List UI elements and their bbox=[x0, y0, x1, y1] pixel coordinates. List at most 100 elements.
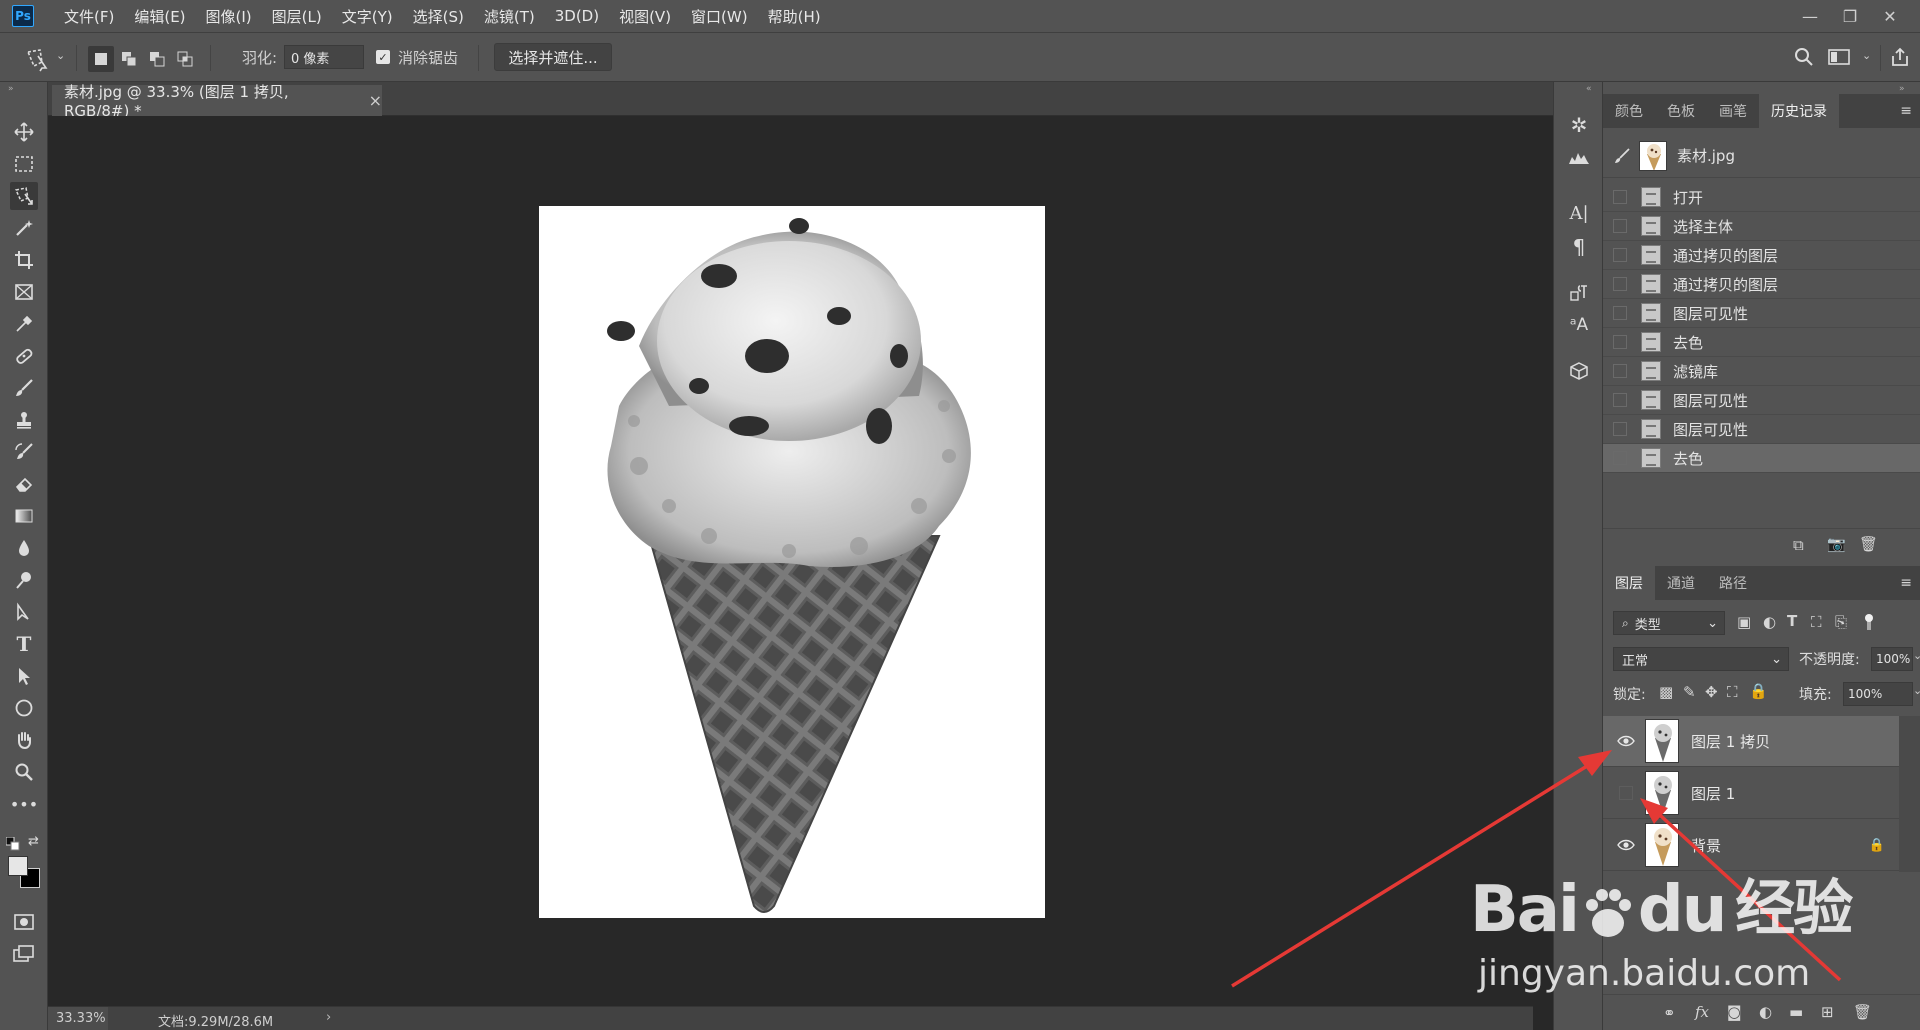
menu-image[interactable]: 图像(I) bbox=[206, 6, 252, 27]
blur-tool-icon[interactable] bbox=[10, 534, 38, 562]
fill-chevron-icon[interactable]: ⌄ bbox=[1913, 684, 1920, 697]
tab-paths[interactable]: 路径 bbox=[1707, 566, 1759, 600]
paragraph-icon[interactable]: ¶ bbox=[1566, 234, 1592, 260]
new-document-from-state-icon[interactable]: ⧉ bbox=[1793, 536, 1804, 554]
eyedropper-tool-icon[interactable] bbox=[10, 310, 38, 338]
history-item[interactable]: 通过拷贝的图层 bbox=[1603, 241, 1920, 270]
filter-adjustment-icon[interactable]: ◐ bbox=[1763, 613, 1776, 631]
opacity-chevron-icon[interactable]: ⌄ bbox=[1913, 649, 1920, 662]
magic-wand-tool-icon[interactable] bbox=[10, 214, 38, 242]
opacity-input[interactable]: 100% bbox=[1871, 647, 1913, 671]
ellipse-tool-icon[interactable] bbox=[10, 694, 38, 722]
tab-channels[interactable]: 通道 bbox=[1655, 566, 1707, 600]
layers-scrollbar[interactable] bbox=[1899, 716, 1920, 872]
menu-3d[interactable]: 3D(D) bbox=[555, 7, 599, 25]
menu-view[interactable]: 视图(V) bbox=[619, 6, 671, 27]
tab-history[interactable]: 历史记录 bbox=[1759, 94, 1839, 128]
restore-button[interactable]: ❐ bbox=[1830, 7, 1870, 26]
zoom-level[interactable]: 33.33% bbox=[56, 1011, 106, 1026]
menu-window[interactable]: 窗口(W) bbox=[691, 6, 748, 27]
antialias-checkbox[interactable]: ✓ bbox=[376, 50, 390, 64]
crop-tool-icon[interactable] bbox=[10, 246, 38, 274]
color-swatches[interactable] bbox=[8, 856, 42, 892]
swap-colors-icon[interactable]: ⇄ bbox=[28, 834, 39, 849]
menu-edit[interactable]: 编辑(E) bbox=[134, 6, 185, 27]
intersect-selection-button[interactable] bbox=[172, 46, 198, 72]
foreground-color-swatch[interactable] bbox=[8, 856, 28, 876]
pen-tool-icon[interactable] bbox=[10, 598, 38, 626]
brush-settings-icon[interactable]: ✲ bbox=[1566, 112, 1592, 138]
healing-brush-tool-icon[interactable] bbox=[10, 342, 38, 370]
lock-all-icon[interactable]: 🔒 bbox=[1749, 682, 1768, 700]
status-menu-arrow-icon[interactable]: › bbox=[326, 1010, 331, 1025]
feather-input[interactable]: 0 像素 bbox=[284, 45, 364, 69]
close-tab-icon[interactable]: × bbox=[369, 91, 382, 110]
lock-transparent-icon[interactable]: ▩ bbox=[1659, 683, 1673, 701]
filter-toggle-icon[interactable] bbox=[1863, 614, 1875, 630]
collapse-toolbar-icon[interactable]: » bbox=[8, 84, 14, 94]
tool-preset-chevron-icon[interactable]: ⌄ bbox=[56, 49, 65, 62]
history-item[interactable]: 图层可见性 bbox=[1603, 386, 1920, 415]
object-selection-tool-icon[interactable] bbox=[10, 182, 38, 210]
menu-file[interactable]: 文件(F) bbox=[64, 6, 114, 27]
layer-filter-dropdown[interactable]: ⌕ 类型 ⌄ bbox=[1613, 611, 1725, 635]
character-icon[interactable]: A| bbox=[1566, 200, 1592, 226]
hand-tool-icon[interactable] bbox=[10, 726, 38, 754]
document-canvas[interactable] bbox=[539, 206, 1045, 918]
filter-type-icon[interactable]: T bbox=[1787, 612, 1797, 630]
close-window-button[interactable]: ✕ bbox=[1870, 7, 1910, 26]
layers-panel-menu-icon[interactable]: ≡ bbox=[1900, 575, 1912, 591]
object-selection-tool-icon[interactable] bbox=[24, 46, 54, 72]
type-tool-icon[interactable]: T bbox=[10, 630, 38, 658]
tab-layers[interactable]: 图层 bbox=[1603, 566, 1655, 600]
history-item[interactable]: 通过拷贝的图层 bbox=[1603, 270, 1920, 299]
history-item[interactable]: 去色 bbox=[1603, 328, 1920, 357]
menu-select[interactable]: 选择(S) bbox=[413, 6, 464, 27]
screen-mode-icon[interactable] bbox=[10, 940, 38, 968]
3d-icon[interactable] bbox=[1566, 358, 1592, 384]
marquee-tool-icon[interactable] bbox=[10, 150, 38, 178]
document-tab[interactable]: 素材.jpg @ 33.3% (图层 1 拷贝, RGB/8#) * × bbox=[52, 83, 382, 120]
menu-filter[interactable]: 滤镜(T) bbox=[484, 6, 535, 27]
default-colors-icon[interactable] bbox=[5, 836, 20, 855]
history-panel-menu-icon[interactable]: ≡ bbox=[1900, 103, 1912, 119]
search-icon[interactable] bbox=[1794, 47, 1814, 71]
workspace-icon[interactable] bbox=[1828, 48, 1850, 70]
menu-type[interactable]: 文字(Y) bbox=[342, 6, 393, 27]
zoom-tool-icon[interactable] bbox=[10, 758, 38, 786]
fill-input[interactable]: 100% bbox=[1843, 682, 1913, 706]
snapshot-camera-icon[interactable]: 📷 bbox=[1827, 535, 1846, 553]
collapse-dock-icon[interactable]: « bbox=[1586, 84, 1592, 94]
tab-brushes[interactable]: 画笔 bbox=[1707, 94, 1759, 128]
gradient-tool-icon[interactable] bbox=[10, 502, 38, 530]
add-selection-button[interactable] bbox=[116, 46, 142, 72]
menu-layer[interactable]: 图层(L) bbox=[272, 6, 322, 27]
filter-pixel-icon[interactable]: ▣ bbox=[1737, 613, 1751, 631]
frame-tool-icon[interactable] bbox=[10, 278, 38, 306]
history-item[interactable]: 图层可见性 bbox=[1603, 415, 1920, 444]
lock-image-icon[interactable]: ✎ bbox=[1683, 683, 1696, 701]
character-styles-icon[interactable]: ᵃA bbox=[1566, 312, 1592, 338]
move-tool-icon[interactable] bbox=[10, 118, 38, 146]
select-and-mask-button[interactable]: 选择并遮住... bbox=[494, 43, 612, 71]
history-item[interactable]: 选择主体 bbox=[1603, 212, 1920, 241]
tab-swatches[interactable]: 色板 bbox=[1655, 94, 1707, 128]
collapse-panels-icon[interactable]: » bbox=[1899, 84, 1905, 94]
history-item-selected[interactable]: 去色 bbox=[1603, 444, 1920, 473]
menu-help[interactable]: 帮助(H) bbox=[768, 6, 821, 27]
quick-mask-icon[interactable] bbox=[10, 908, 38, 936]
delete-state-icon[interactable]: 🗑 bbox=[1859, 535, 1878, 553]
tab-color[interactable]: 颜色 bbox=[1603, 94, 1655, 128]
history-item[interactable]: 滤镜库 bbox=[1603, 357, 1920, 386]
subtract-selection-button[interactable] bbox=[144, 46, 170, 72]
paragraph-styles-icon[interactable] bbox=[1566, 280, 1592, 306]
eraser-tool-icon[interactable] bbox=[10, 470, 38, 498]
lock-position-icon[interactable]: ✥ bbox=[1705, 683, 1718, 701]
workspace-chevron-icon[interactable]: ⌄ bbox=[1862, 49, 1871, 62]
path-selection-tool-icon[interactable] bbox=[10, 662, 38, 690]
lock-artboard-icon[interactable]: ⛶ bbox=[1727, 683, 1738, 701]
history-item[interactable]: 打开 bbox=[1603, 183, 1920, 212]
history-item[interactable]: 图层可见性 bbox=[1603, 299, 1920, 328]
history-brush-source-icon[interactable] bbox=[1613, 147, 1631, 164]
minimize-button[interactable]: — bbox=[1790, 7, 1830, 26]
